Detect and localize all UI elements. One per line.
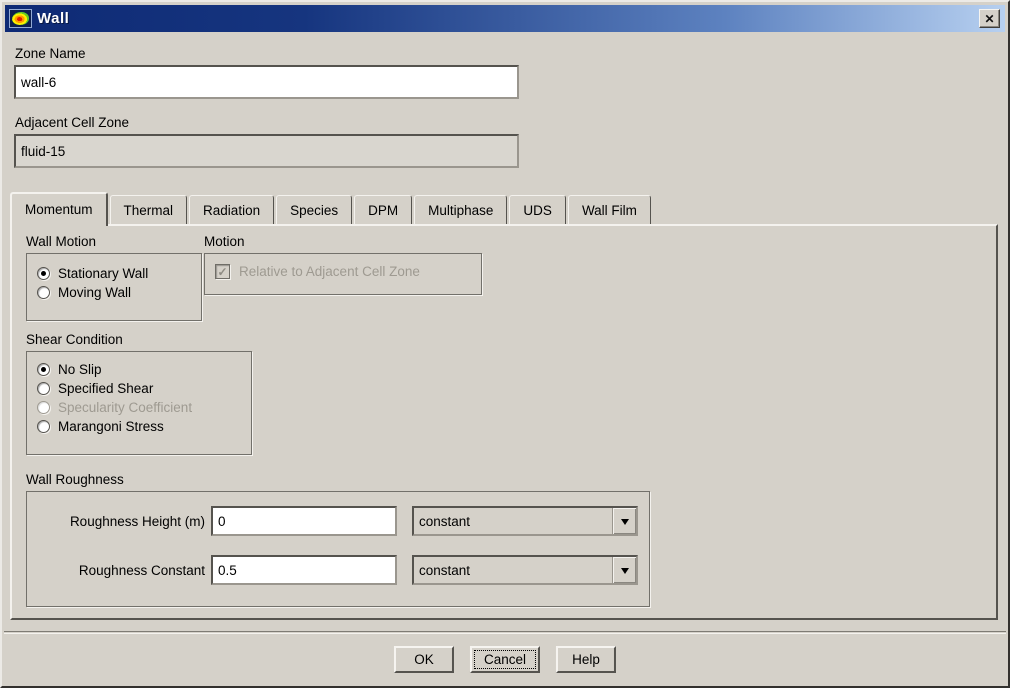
tab-wall-film[interactable]: Wall Film xyxy=(567,195,651,224)
tab-species[interactable]: Species xyxy=(276,195,353,224)
wall-roughness-group: Wall Roughness Roughness Height (m) cons… xyxy=(26,472,650,607)
roughness-constant-label: Roughness Constant xyxy=(78,562,205,578)
radio-specified-shear[interactable]: Specified Shear xyxy=(37,381,241,396)
radio-icon xyxy=(37,286,50,299)
dropdown-arrow-button[interactable] xyxy=(612,508,636,534)
wall-roughness-label: Wall Roughness xyxy=(26,472,124,487)
dropdown-arrow-button[interactable] xyxy=(612,557,636,583)
adjacent-cell-zone-label: Adjacent Cell Zone xyxy=(15,115,130,130)
radio-moving-wall[interactable]: Moving Wall xyxy=(37,285,191,300)
fluent-contour-glyph xyxy=(12,12,29,25)
cancel-button[interactable]: Cancel xyxy=(469,646,541,673)
chevron-down-icon xyxy=(620,518,629,529)
tab-bar: Momentum Thermal Radiation Species DPM M… xyxy=(10,190,653,226)
wall-motion-label: Wall Motion xyxy=(26,234,97,249)
adjacent-cell-zone-field xyxy=(14,134,519,168)
close-button[interactable]: ✕ xyxy=(979,9,1000,28)
ok-button[interactable]: OK xyxy=(393,646,454,673)
dialog-buttons: OK Cancel Help xyxy=(393,646,617,673)
roughness-height-row: Roughness Height (m) constant xyxy=(35,506,641,536)
tab-multiphase[interactable]: Multiphase xyxy=(414,195,508,224)
roughness-constant-profile-dropdown[interactable]: constant xyxy=(412,555,638,585)
checkbox-icon: ✓ xyxy=(215,264,230,279)
zone-name-label: Zone Name xyxy=(15,46,86,61)
momentum-tab-panel: Wall Motion Stationary Wall Moving Wall … xyxy=(10,224,998,620)
tab-uds[interactable]: UDS xyxy=(509,195,566,224)
radio-icon xyxy=(37,420,50,433)
help-button[interactable]: Help xyxy=(556,646,617,673)
zone-name-input[interactable] xyxy=(14,65,519,99)
shear-condition-group: Shear Condition No Slip Specified Shear … xyxy=(26,332,252,455)
roughness-height-input[interactable] xyxy=(211,506,397,536)
radio-no-slip[interactable]: No Slip xyxy=(37,362,241,377)
tab-dpm[interactable]: DPM xyxy=(354,195,413,224)
radio-marangoni-stress[interactable]: Marangoni Stress xyxy=(37,419,241,434)
wall-dialog: Wall ✕ Zone Name Adjacent Cell Zone Mome… xyxy=(0,0,1010,688)
shear-condition-label: Shear Condition xyxy=(26,332,123,347)
roughness-height-label: Roughness Height (m) xyxy=(69,513,205,529)
roughness-constant-row: Roughness Constant constant xyxy=(35,555,641,585)
radio-stationary-wall[interactable]: Stationary Wall xyxy=(37,266,191,281)
fluent-app-icon xyxy=(9,9,32,28)
roughness-height-profile-dropdown[interactable]: constant xyxy=(412,506,638,536)
radio-icon xyxy=(37,363,50,376)
radio-icon xyxy=(37,382,50,395)
tab-momentum[interactable]: Momentum xyxy=(10,192,108,226)
window-title: Wall xyxy=(37,10,70,27)
chevron-down-icon xyxy=(620,567,629,578)
roughness-constant-input[interactable] xyxy=(211,555,397,585)
motion-group: Motion ✓ Relative to Adjacent Cell Zone xyxy=(204,234,482,295)
titlebar[interactable]: Wall ✕ xyxy=(5,5,1005,32)
wall-motion-group: Wall Motion Stationary Wall Moving Wall xyxy=(26,234,202,321)
radio-specularity-coefficient: Specularity Coefficient xyxy=(37,400,241,415)
motion-label: Motion xyxy=(204,234,245,249)
checkbox-relative-to-adjacent-cell-zone: ✓ Relative to Adjacent Cell Zone xyxy=(215,264,471,279)
radio-icon xyxy=(37,267,50,280)
tab-radiation[interactable]: Radiation xyxy=(189,195,275,224)
radio-icon xyxy=(37,401,50,414)
tab-thermal[interactable]: Thermal xyxy=(109,195,188,224)
button-separator xyxy=(4,631,1006,634)
